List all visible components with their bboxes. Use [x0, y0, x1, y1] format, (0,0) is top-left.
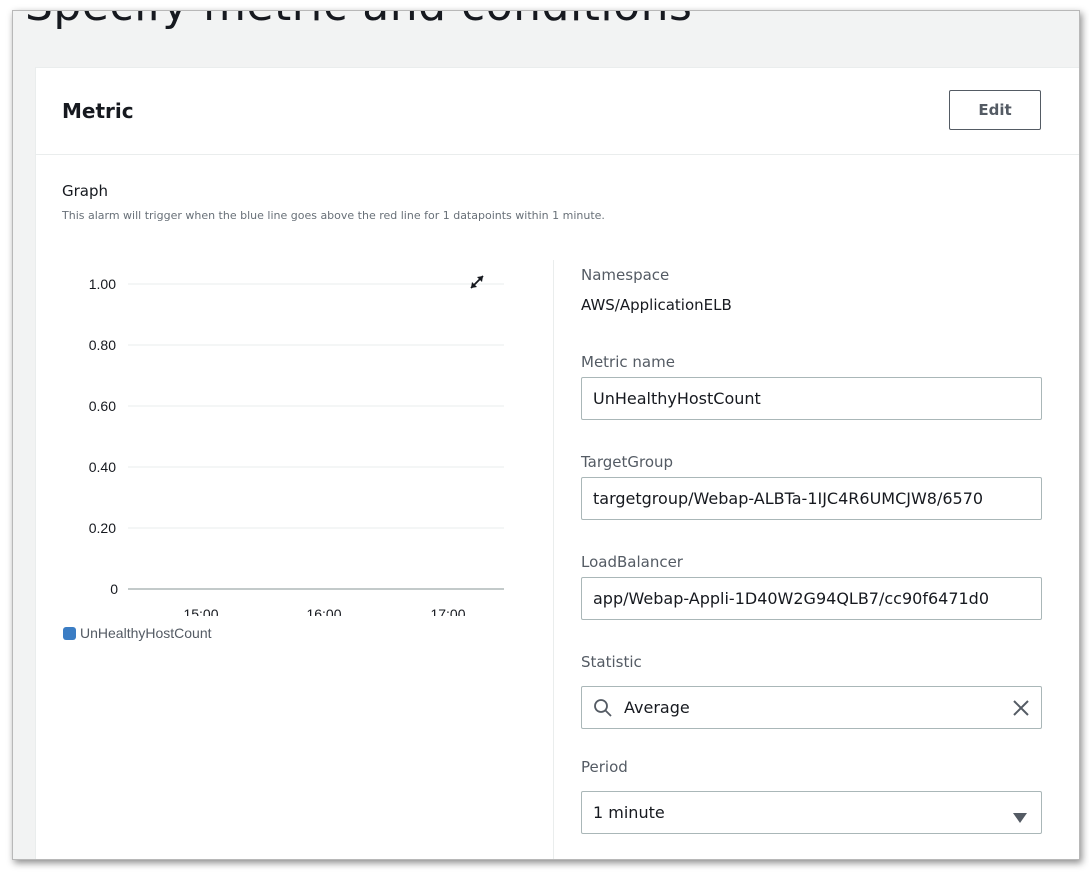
edit-button[interactable]: Edit — [949, 90, 1041, 130]
statistic-input[interactable] — [624, 687, 994, 728]
x-tick-label: 17:00 — [430, 606, 465, 616]
metric-name-input[interactable] — [581, 377, 1042, 420]
clear-icon[interactable] — [1011, 698, 1031, 718]
y-tick-label: 0.20 — [89, 520, 116, 536]
statistic-search-field[interactable] — [581, 686, 1042, 729]
target-group-label: TargetGroup — [581, 453, 674, 471]
graph-description: This alarm will trigger when the blue li… — [62, 209, 605, 222]
metric-panel: Metric Edit Graph This alarm will trigge… — [35, 67, 1079, 859]
legend-label: UnHealthyHostCount — [80, 625, 212, 641]
y-tick-label: 1.00 — [89, 276, 116, 292]
metric-panel-title: Metric — [62, 99, 134, 123]
metric-name-label: Metric name — [581, 353, 675, 371]
x-tick-label: 16:00 — [306, 606, 341, 616]
graph-label: Graph — [62, 182, 109, 200]
load-balancer-input[interactable] — [581, 577, 1042, 620]
period-select-value: 1 minute — [593, 803, 665, 822]
caret-down-icon — [1013, 808, 1027, 823]
vertical-divider — [553, 260, 554, 859]
y-tick-label: 0.60 — [89, 398, 116, 414]
target-group-input[interactable] — [581, 477, 1042, 520]
load-balancer-label: LoadBalancer — [581, 553, 683, 571]
search-icon — [593, 698, 613, 718]
y-tick-label: 0.40 — [89, 459, 116, 475]
legend-swatch — [63, 626, 76, 640]
namespace-label: Namespace — [581, 266, 670, 284]
expand-icon[interactable] — [465, 270, 489, 294]
browser-frame: Specify metric and conditions Metric Edi… — [12, 10, 1080, 860]
y-tick-label: 0.80 — [89, 337, 116, 353]
page-title: Specify metric and conditions — [25, 11, 692, 31]
x-tick-label: 15:00 — [183, 606, 218, 616]
period-select[interactable]: 1 minute — [581, 791, 1042, 834]
statistic-label: Statistic — [581, 653, 642, 671]
metric-chart: 1.00 0.80 0.60 0.40 0.20 0 15:00 16:00 17:00 — [56, 256, 506, 656]
chart-legend: UnHealthyHostCount — [63, 625, 212, 641]
chart-svg: 1.00 0.80 0.60 0.40 0.20 0 15:00 16:00 17:00 — [89, 276, 504, 622]
namespace-value: AWS/ApplicationELB — [581, 296, 732, 314]
metric-panel-header: Metric Edit — [36, 68, 1079, 155]
period-label: Period — [581, 758, 628, 776]
y-tick-label: 0 — [110, 581, 118, 597]
